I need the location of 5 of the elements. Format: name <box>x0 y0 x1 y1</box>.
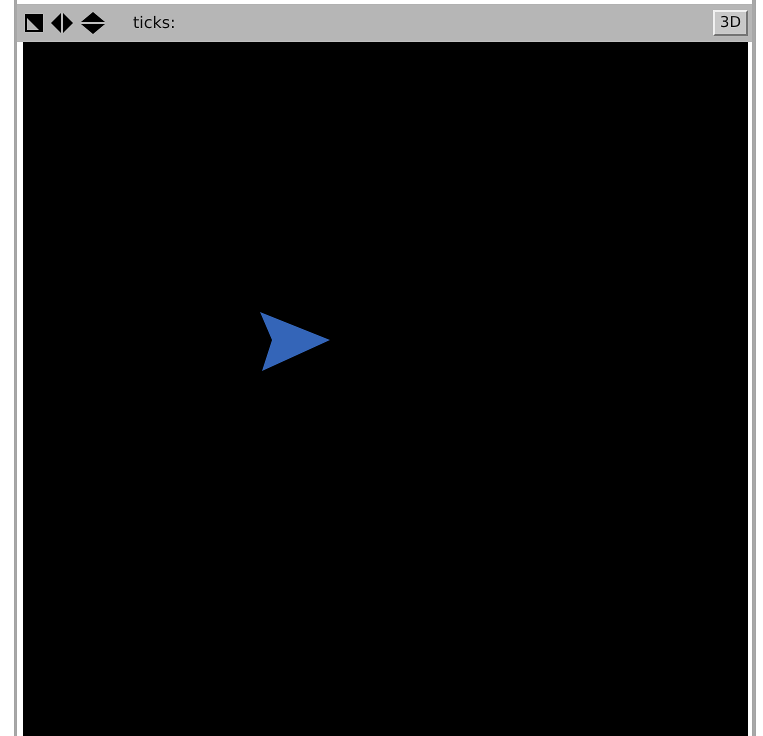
turtle-arrow <box>260 312 330 371</box>
left-right-arrows-icon[interactable] <box>51 13 73 33</box>
up-down-arrows-icon[interactable] <box>81 12 105 34</box>
3d-button[interactable]: 3D <box>712 10 748 36</box>
ticks-label: ticks: <box>133 12 176 34</box>
